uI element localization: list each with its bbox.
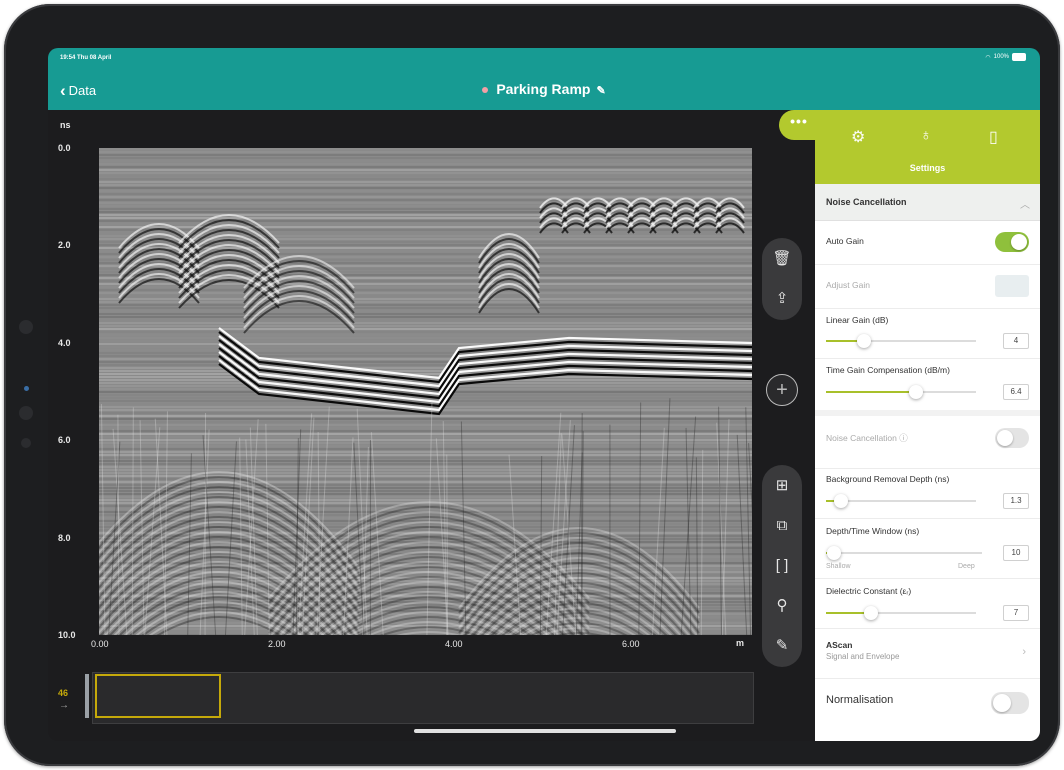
normalisation-row: Normalisation: [815, 678, 1040, 728]
more-button[interactable]: •••: [779, 110, 819, 140]
linear-gain-slider[interactable]: [826, 334, 976, 348]
depth-window-row: Depth/Time Window (ns) 10 Shallow Deep: [815, 518, 1040, 579]
y-axis-unit: ns: [60, 120, 71, 130]
linear-gain-value[interactable]: 4: [1003, 333, 1029, 349]
ascan-row[interactable]: AScan Signal and Envelope ›: [815, 628, 1040, 679]
toolbar-bottom: ⊞ ⧉[ ] ⚲ ✎: [762, 465, 802, 667]
add-marker-button[interactable]: +: [766, 374, 798, 406]
tgc-label: Time Gain Compensation (dB/m): [826, 365, 950, 375]
trash-icon[interactable]: 🗑: [762, 238, 802, 278]
y-tick-label: 0.0: [58, 143, 71, 153]
depth-window-value[interactable]: 10: [1003, 545, 1029, 561]
dielectric-row: Dielectric Constant (εᵣ) 7: [815, 578, 1040, 629]
depth-max-label: Deep: [958, 563, 975, 570]
status-indicators: ◠ 100%: [985, 53, 1026, 61]
depth-window-label: Depth/Time Window (ns): [826, 526, 920, 536]
sensor-dot: [24, 386, 29, 391]
tablet-bezel: 19:54 Thu 08 April ◠ 100% ‹ Data Parking…: [4, 4, 1060, 766]
dielectric-label: Dielectric Constant (εᵣ): [826, 586, 912, 596]
x-tick-label: 2.00: [268, 639, 286, 649]
image-compare-icon[interactable]: ⧉: [762, 505, 802, 545]
minimap-handle[interactable]: [85, 674, 89, 718]
page-title: Parking Ramp: [496, 81, 591, 97]
overlay-icon[interactable]: ⊞: [762, 465, 802, 505]
bracket-icon[interactable]: [ ]: [762, 545, 802, 585]
status-time: 19:54 Thu 08 April: [60, 55, 112, 61]
sensor-icon-small: [21, 438, 31, 448]
wifi-icon: ◠: [985, 54, 991, 61]
settings-panel: ⚙ ♁ ▯ Settings Noise Cancellation ︿ Auto…: [815, 110, 1040, 741]
depth-window-slider[interactable]: [826, 546, 982, 560]
adjust-gain-input[interactable]: [995, 275, 1029, 297]
noise-cancellation-row: Noise Cancellation ⓘ: [815, 410, 1040, 469]
depth-min-label: Shallow: [826, 563, 851, 570]
adjust-gain-label: Adjust Gain: [826, 280, 870, 290]
noise-cancellation-label: Noise Cancellation ⓘ: [826, 433, 908, 443]
x-tick-label: 4.00: [445, 639, 463, 649]
x-axis-unit: m: [736, 638, 745, 648]
battery-percent: 100%: [993, 54, 1009, 60]
edit-pencil-icon[interactable]: ✎: [596, 85, 605, 97]
navigation-bar: 19:54 Thu 08 April ◠ 100% ‹ Data Parking…: [48, 48, 1040, 110]
ascan-label: AScan: [826, 640, 853, 650]
x-tick-label: 6.00: [622, 639, 640, 649]
adjust-gain-row: Adjust Gain: [815, 264, 1040, 309]
draw-icon[interactable]: ✎: [762, 625, 802, 665]
ascan-sub: Signal and Envelope: [826, 652, 900, 661]
y-tick-label: 10.0: [58, 630, 76, 640]
camera-icon: [19, 320, 33, 334]
linear-gain-row: Linear Gain (dB) 4: [815, 308, 1040, 359]
linear-gain-label: Linear Gain (dB): [826, 315, 889, 325]
home-indicator: [414, 729, 676, 733]
dielectric-value[interactable]: 7: [1003, 605, 1029, 621]
radargram-image: [99, 148, 752, 635]
section-title: Noise Cancellation: [826, 197, 907, 207]
sensor-icon: [19, 406, 33, 420]
radargram-plot[interactable]: [99, 148, 752, 635]
normalisation-toggle[interactable]: [991, 692, 1029, 714]
arrow-right-icon: →: [59, 700, 69, 711]
battery-icon: [1012, 53, 1026, 61]
toolbar-top: 🗑 ⇪: [762, 238, 802, 320]
y-tick-label: 2.0: [58, 240, 71, 250]
app-screen: 19:54 Thu 08 April ◠ 100% ‹ Data Parking…: [48, 48, 1040, 741]
tgc-slider[interactable]: [826, 385, 976, 399]
auto-gain-row: Auto Gain: [815, 220, 1040, 265]
tgc-value[interactable]: 6.4: [1003, 384, 1029, 400]
status-dot: [482, 87, 489, 94]
share-icon[interactable]: ⇪: [762, 278, 802, 318]
bg-removal-label: Background Removal Depth (ns): [826, 474, 950, 484]
bg-removal-value[interactable]: 1.3: [1003, 493, 1029, 509]
tgc-row: Time Gain Compensation (dB/m) 6.4: [815, 358, 1040, 411]
gear-icon[interactable]: ⚙: [851, 127, 865, 147]
auto-gain-toggle[interactable]: [995, 232, 1029, 252]
bg-removal-row: Background Removal Depth (ns) 1.3: [815, 468, 1040, 519]
y-tick-label: 8.0: [58, 533, 71, 543]
auto-gain-label: Auto Gain: [826, 236, 864, 246]
noise-cancellation-toggle[interactable]: [995, 428, 1029, 448]
marker-icon[interactable]: ⚲: [762, 585, 802, 625]
dielectric-slider[interactable]: [826, 606, 976, 620]
y-tick-label: 6.0: [58, 435, 71, 445]
normalisation-label: Normalisation: [826, 694, 894, 706]
settings-tabs: ⚙ ♁ ▯ Settings: [815, 110, 1040, 184]
y-tick-label: 4.0: [58, 338, 71, 348]
settings-tab-label: Settings: [909, 163, 946, 173]
page-title-group: Parking Ramp ✎: [48, 81, 1040, 97]
chevron-right-icon: ›: [1022, 646, 1026, 658]
section-header[interactable]: Noise Cancellation ︿: [815, 184, 1040, 221]
chevron-up-icon: ︿: [1020, 200, 1030, 211]
bg-removal-slider[interactable]: [826, 494, 976, 508]
trace-number: 46: [58, 688, 69, 698]
minimap-selection[interactable]: [95, 674, 221, 718]
x-tick-label: 0.00: [91, 639, 109, 649]
person-icon[interactable]: ♁: [920, 127, 932, 145]
panel-icon[interactable]: ▯: [989, 127, 998, 147]
